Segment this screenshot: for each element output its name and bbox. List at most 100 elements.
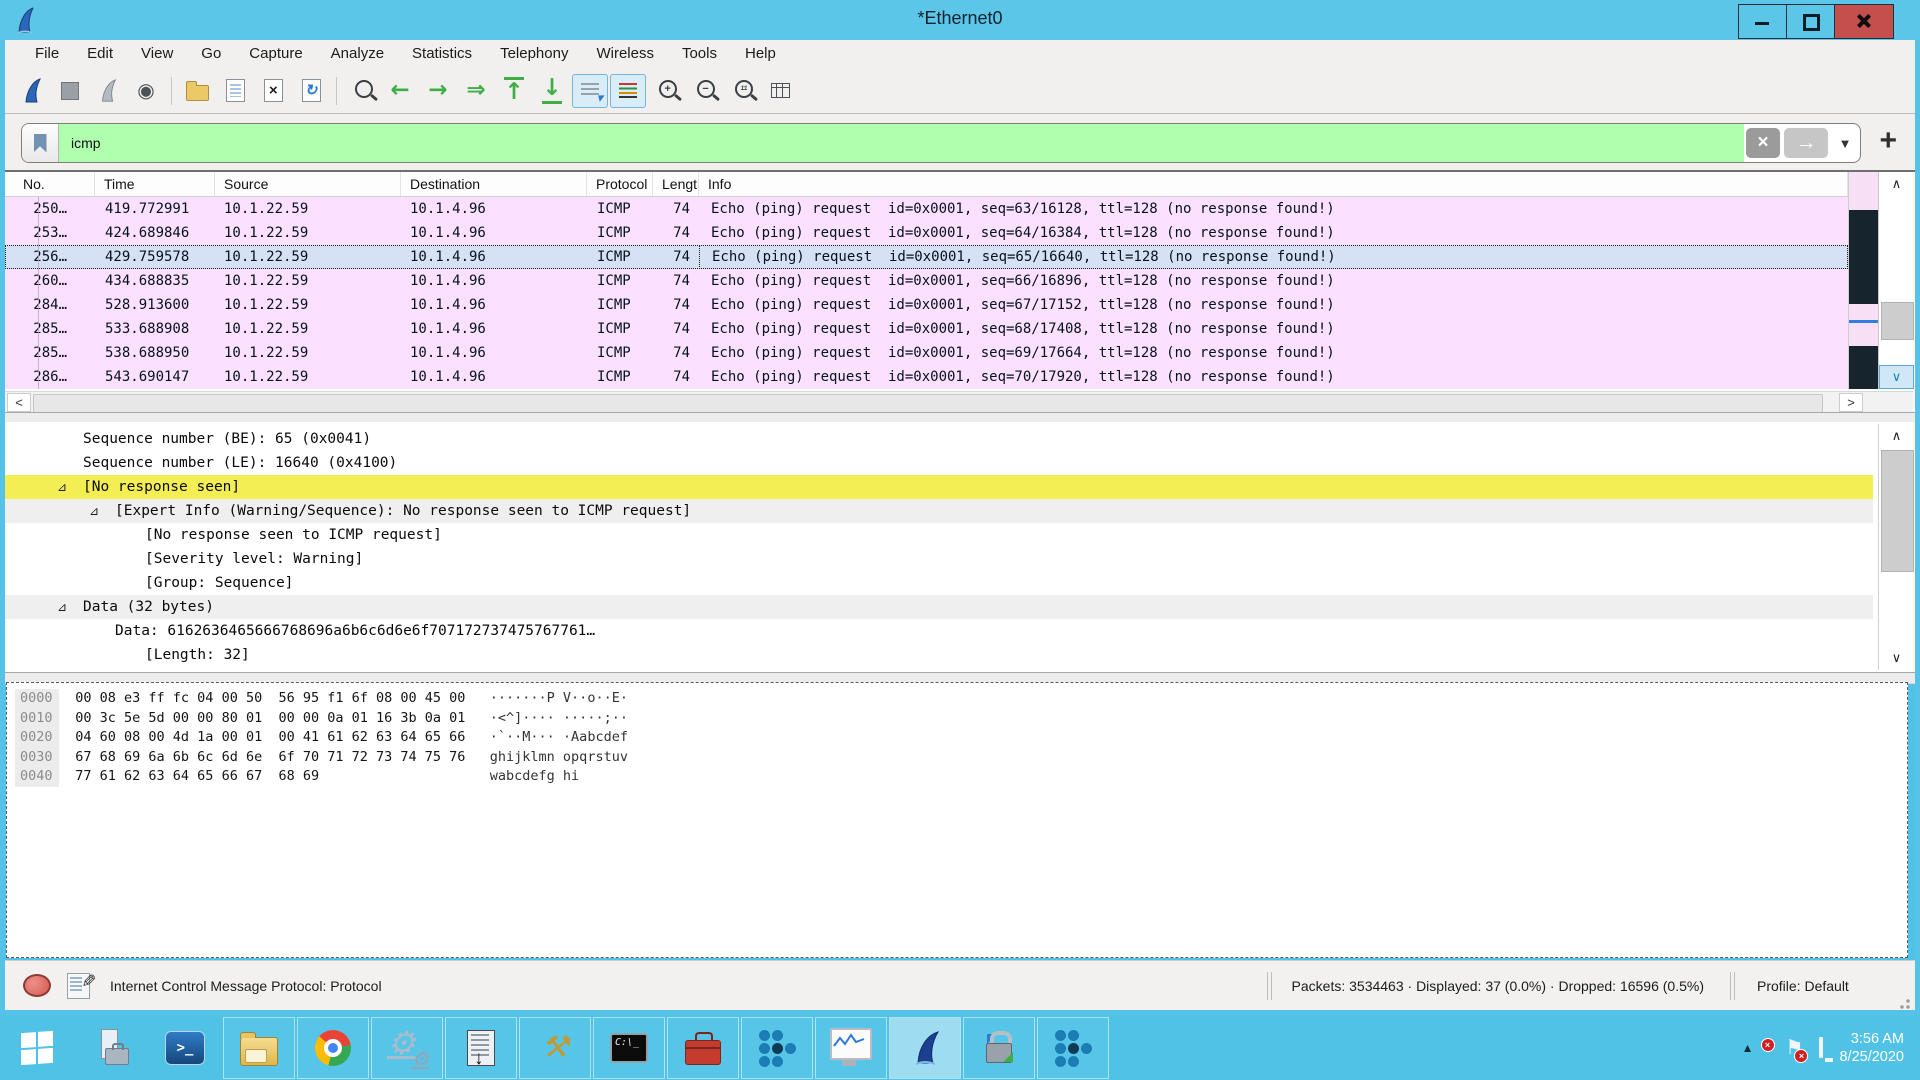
go-to-packet-button[interactable]: ⇒ [458,74,494,108]
close-button[interactable] [1834,5,1893,38]
filter-dropdown-button[interactable]: ▼ [1830,124,1860,162]
menu-capture[interactable]: Capture [235,40,316,68]
packet-row[interactable]: 285…533.68890810.1.22.5910.1.4.96ICMP74E… [5,317,1848,341]
close-capture-file-button[interactable]: × [255,74,291,108]
column-header-destination[interactable]: Destination [401,172,587,196]
capture-file-edit-icon[interactable] [67,973,90,999]
taskbar-server-manager-button[interactable] [75,1017,147,1079]
tray-expand-icon[interactable]: ▲ [1742,1041,1754,1055]
menu-tools[interactable]: Tools [668,40,731,68]
start-capture-button[interactable] [14,74,50,108]
filter-clear-button[interactable]: × [1746,128,1780,158]
capture-options-button[interactable]: ◉ [128,74,164,108]
packet-bytes-pane[interactable]: 0000 00 08 e3 ff fc 04 00 50 56 95 f1 6f… [6,682,1908,958]
packet-row[interactable]: 285…538.68895010.1.22.5910.1.4.96ICMP74E… [5,341,1848,365]
maximize-button[interactable] [1786,5,1834,38]
stop-capture-button[interactable] [52,74,88,108]
taskbar-file-explorer-button[interactable] [223,1017,295,1079]
menu-file[interactable]: File [21,40,73,68]
details-vertical-scrollbar[interactable]: ∧ ∨ [1878,424,1914,670]
go-back-button[interactable]: ← [382,74,418,108]
detail-line[interactable]: [Length: 32] [5,643,1915,667]
menu-telephony[interactable]: Telephony [486,40,582,68]
scrollbar-thumb[interactable] [1881,302,1914,340]
hscrollbar-thumb[interactable] [33,394,1823,413]
column-header-time[interactable]: Time [95,172,215,196]
menu-edit[interactable]: Edit [73,40,127,68]
detail-line[interactable]: [Severity level: Warning] [5,547,1915,571]
detail-line[interactable]: ⊿[No response seen] [5,475,1873,499]
packet-row[interactable]: 250…419.77299110.1.22.5910.1.4.96ICMP74E… [5,197,1848,221]
taskbar-clock[interactable]: 3:56 AM 8/25/2020 [1839,1030,1904,1066]
expert-info-icon[interactable] [23,974,51,997]
scrollbar-thumb[interactable] [1881,450,1914,572]
restart-capture-button[interactable] [90,74,126,108]
find-packet-button[interactable] [344,74,380,108]
packet-list-header[interactable]: No.TimeSourceDestinationProtocolLengthIn… [5,172,1848,197]
intelligent-scrollbar-minimap[interactable] [1848,172,1879,389]
save-capture-file-button[interactable] [217,74,253,108]
packet-row-selected[interactable]: 256…429.75957810.1.22.5910.1.4.96ICMP74E… [5,245,1848,269]
scroll-right-button[interactable]: > [1839,393,1863,412]
packet-row[interactable]: 260…434.68883510.1.22.5910.1.4.96ICMP74E… [5,269,1848,293]
colorize-button[interactable] [610,74,646,108]
detail-line[interactable]: ⊿Data (32 bytes) [5,595,1873,619]
open-capture-file-button[interactable] [179,74,215,108]
expander-triangle-icon[interactable]: ⊿ [89,499,99,523]
zoom-out-button[interactable]: − [686,74,722,108]
expander-triangle-icon[interactable]: ⊿ [57,475,67,499]
taskbar-services-button[interactable]: ⚙⚙ [371,1017,443,1079]
detail-line[interactable]: ⊿[Expert Info (Warning/Sequence): No res… [5,499,1873,523]
zoom-in-button[interactable]: + [648,74,684,108]
zoom-original-button[interactable]: 1:1 [724,74,760,108]
menu-help[interactable]: Help [731,40,790,68]
taskbar-wireshark-button[interactable] [889,1017,961,1079]
scroll-up-button[interactable]: ∧ [1879,172,1914,196]
taskbar-admin-tools-button[interactable]: ⚒ [519,1017,591,1079]
column-header-source[interactable]: Source [215,172,401,196]
menu-analyze[interactable]: Analyze [317,40,398,68]
taskbar-app-grid-button[interactable] [741,1017,813,1079]
hex-row[interactable]: 0010 00 3c 5e 5d 00 00 80 01 00 00 0a 01… [15,709,1907,729]
go-forward-button[interactable]: → [420,74,456,108]
taskbar-setup-document-button[interactable] [445,1017,517,1079]
scroll-left-button[interactable]: < [7,393,31,412]
hex-row[interactable]: 0020 04 60 08 00 4d 1a 00 01 00 41 61 62… [15,728,1907,748]
hex-row[interactable]: 0030 67 68 69 6a 6b 6c 6d 6e 6f 70 71 72… [15,748,1907,768]
column-header-no[interactable]: No. [5,172,95,196]
resize-columns-button[interactable] [762,74,798,108]
taskbar-lock-certificates-button[interactable] [963,1017,1035,1079]
hex-row[interactable]: 0000 00 08 e3 ff fc 04 00 50 56 95 f1 6f… [15,689,1907,709]
menu-wireless[interactable]: Wireless [582,40,668,68]
scroll-up-button[interactable]: ∧ [1879,424,1914,448]
resize-grip[interactable] [1897,996,1911,1010]
packet-row[interactable]: 286…543.69014710.1.22.5910.1.4.96ICMP74E… [5,365,1848,389]
menu-go[interactable]: Go [187,40,235,68]
detail-line[interactable]: Sequence number (LE): 16640 (0x4100) [5,451,1915,475]
reload-capture-file-button[interactable]: ↻ [293,74,329,108]
auto-scroll-button[interactable] [572,74,608,108]
minimize-button[interactable] [1739,5,1786,38]
hex-row[interactable]: 0040 77 61 62 63 64 65 66 67 68 69 wabcd… [15,767,1907,787]
taskbar-powershell-button[interactable]: >_ [149,1017,221,1079]
taskbar-app-grid-2-button[interactable] [1037,1017,1109,1079]
column-header-protocol[interactable]: Protocol [587,172,653,196]
status-profile[interactable]: Profile: Default [1739,978,1897,994]
go-to-last-button[interactable]: ↓ [534,74,570,108]
packet-row[interactable]: 253…424.68984610.1.22.5910.1.4.96ICMP74E… [5,221,1848,245]
filter-bookmark-button[interactable] [22,124,59,162]
column-header-info[interactable]: Info [699,172,1848,196]
taskbar-chrome-button[interactable] [297,1017,369,1079]
go-to-first-button[interactable]: ↑ [496,74,532,108]
filter-apply-button[interactable]: → [1784,128,1828,158]
action-center-flag-icon[interactable]: ⚑× [1786,1038,1804,1059]
column-header-length[interactable]: Length [653,172,699,196]
detail-line[interactable]: Data: 6162636465666768696a6b6c6d6e6f7071… [5,619,1915,643]
display-filter-input[interactable] [59,124,1744,162]
scroll-down-button[interactable]: ∨ [1879,365,1914,389]
menu-view[interactable]: View [127,40,187,68]
detail-line[interactable]: [No response seen to ICMP request] [5,523,1915,547]
expander-triangle-icon[interactable]: ⊿ [57,595,67,619]
taskbar-command-prompt-button[interactable]: C:\_ [593,1017,665,1079]
taskbar-red-toolbox-button[interactable] [667,1017,739,1079]
